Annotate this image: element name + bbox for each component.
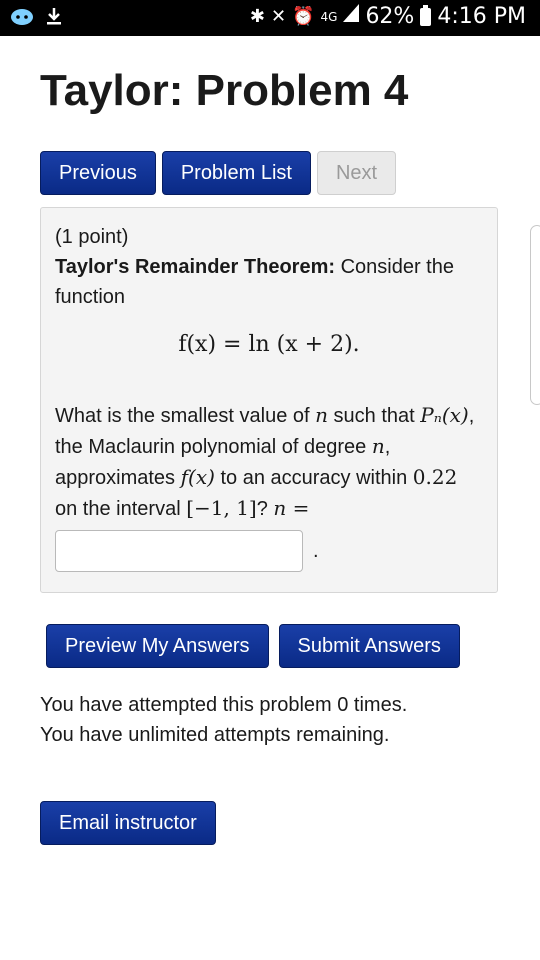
attempt-info: You have attempted this problem 0 times.… [40,690,407,750]
signal-icon [343,4,360,29]
problem-list-button[interactable]: Problem List [161,151,311,195]
answer-actions: Preview My Answers Submit Answers [46,624,460,668]
download-icon [46,6,62,33]
question-text: What is the smallest value of n such tha… [55,403,475,520]
battery-icon [420,4,432,26]
theorem-name: Taylor's Remainder Theorem: [55,256,336,278]
network-label: 4G [320,9,338,24]
status-bar: ✱ ✕ ⏰ 4G 62% 4:16 PM [0,0,540,36]
preview-answers-button[interactable]: Preview My Answers [46,624,269,668]
notification-app-icon [10,6,34,33]
bluetooth-icon: ✱ [249,5,265,27]
formula: f(x) = ln (x + 2). [178,332,360,357]
email-section: Email instructor [40,801,216,845]
email-instructor-button[interactable]: Email instructor [40,801,216,845]
problem-intro: Taylor's Remainder Theorem: Consider the… [55,252,483,312]
answer-row: . [55,530,483,572]
next-button: Next [316,151,397,195]
problem-box: (1 point) Taylor's Remainder Theorem: Co… [40,207,498,593]
points-label: (1 point) [55,226,129,248]
submit-answers-button[interactable]: Submit Answers [278,624,460,668]
clock: 4:16 PM [437,4,526,29]
attempted-text: You have attempted this problem 0 times. [40,694,408,716]
mute-icon: ✕ [270,5,287,27]
remaining-text: You have unlimited attempts remaining. [40,724,390,746]
answer-input[interactable] [55,530,303,572]
page-title: Taylor: Problem 4 [40,66,409,115]
side-scroll-handle[interactable] [530,225,540,405]
problem-nav: Previous Problem List Next [40,151,397,195]
previous-button[interactable]: Previous [40,151,156,195]
battery-percent: 62% [365,4,415,29]
alarm-icon: ⏰ [292,5,315,27]
answer-period: . [313,540,319,562]
